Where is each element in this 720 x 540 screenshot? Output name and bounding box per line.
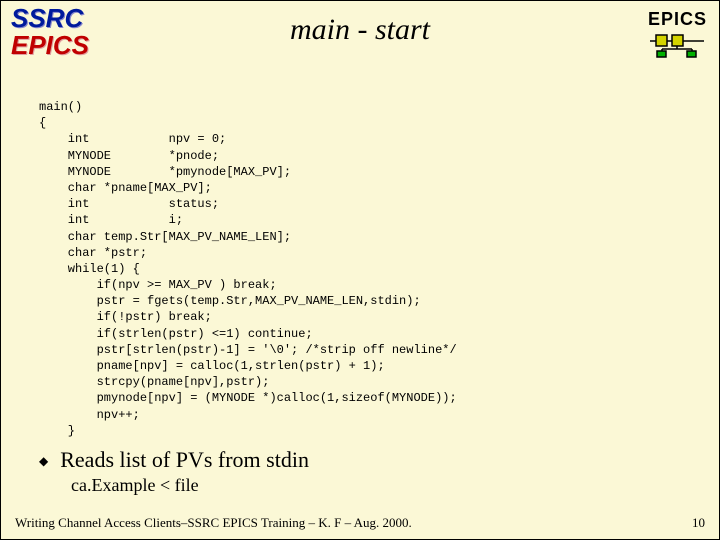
page-number: 10 (692, 515, 705, 531)
header: SSRC EPICS main - start EPICS (1, 1, 719, 71)
bullet-subtext: ca.Example < file (71, 475, 719, 496)
logo-right: EPICS (648, 9, 707, 63)
code-block: main() { int npv = 0; MYNODE *pnode; MYN… (39, 99, 719, 439)
bullet-text: Reads list of PVs from stdin (60, 447, 309, 473)
footer-left: Writing Channel Access Clients–SSRC EPIC… (15, 515, 412, 531)
bullet-icon: ◆ (39, 454, 48, 469)
logo-right-label: EPICS (648, 9, 707, 30)
footer: Writing Channel Access Clients–SSRC EPIC… (15, 515, 705, 531)
epics-squares-icon (648, 32, 707, 63)
bullet-row: ◆ Reads list of PVs from stdin (39, 447, 719, 473)
page-title: main - start (1, 13, 719, 47)
